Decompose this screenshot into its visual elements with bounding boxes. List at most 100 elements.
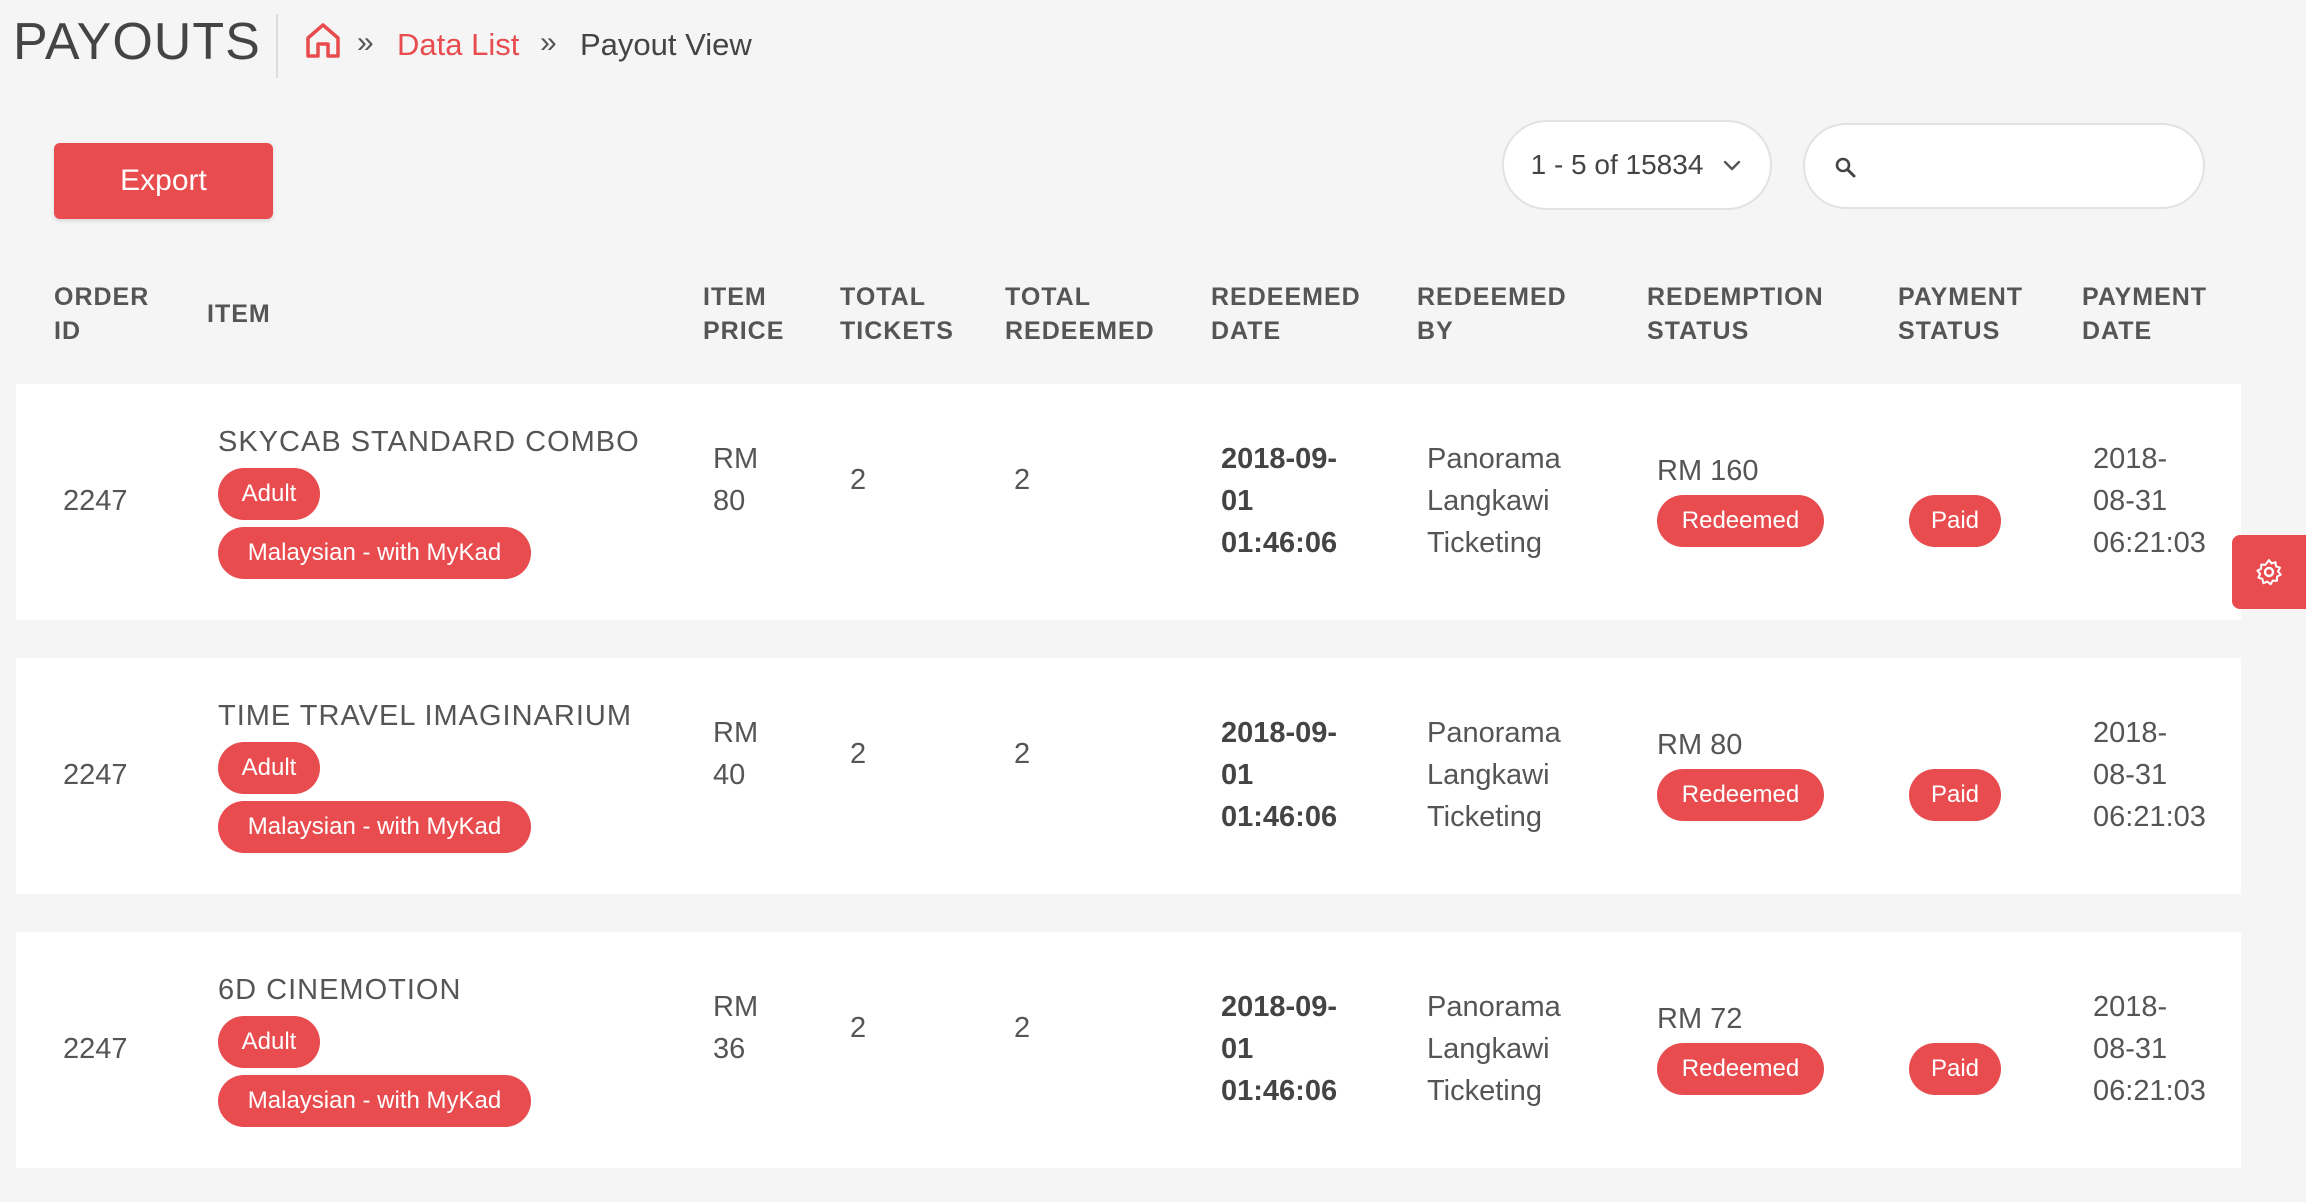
page-title: PAYOUTS [13,13,261,71]
redeemed-date-line: 2018-09- [1221,717,1338,749]
column-header-line: REDEMPTION [1647,283,1824,311]
order-id: 2247 [63,1033,128,1065]
settings-button[interactable] [2232,535,2306,609]
column-header-line: PAYMENT [1898,283,2024,311]
column-header-line: REDEEMED [1211,283,1361,311]
item-name: 6D CINEMOTION [218,974,462,1006]
tag-badge: Malaysian - with MyKad [218,801,531,853]
redeemed-date-line: 2018-09- [1221,991,1338,1023]
payment-date-line: 2018- [2093,717,2168,749]
column-header[interactable]: TOTAL TICKETS [840,280,954,348]
column-header[interactable]: REDEEMED BY [1417,280,1567,348]
item-price: RM 36 [713,986,758,1070]
column-header[interactable]: PAYMENT STATUS [1898,280,2023,348]
redeemed-by-line: Panorama [1427,991,1561,1023]
search-box[interactable] [1803,123,2205,209]
status-badge-paid: Paid [1909,495,2001,547]
redeemed-date-line: 01:46:06 [1221,801,1338,833]
redeemed-date-line: 01 [1221,1033,1254,1065]
price-currency: RM [713,443,759,475]
payment-date: 2018- 08-31 06:21:03 [2093,438,2206,564]
table-row[interactable]: 2247 SKYCAB STANDARD COMBO Adult Malaysian … [16,384,2241,620]
redeemed-by: Panorama Langkawi Ticketing [1427,438,1561,564]
column-header[interactable]: PAYMENT DATE [2082,280,2207,348]
column-header-line: ID [54,317,81,345]
status-badge-paid: Paid [1909,769,2001,821]
payment-date-line: 08-31 [2093,1033,2168,1065]
redeemed-by-line: Ticketing [1427,801,1542,833]
redeemed-date: 2018-09- 01 01:46:06 [1221,986,1337,1112]
payment-date-line: 06:21:03 [2093,1075,2206,1107]
price-currency: RM [713,991,759,1023]
tag-badge: Adult [218,468,320,520]
column-header[interactable]: REDEEMED DATE [1211,280,1361,348]
order-id: 2247 [63,759,128,791]
total-redeemed: 2 [1014,464,1031,496]
page-header: PAYOUTS » Data List » Payout View [0,0,2306,100]
export-button[interactable]: Export [54,143,273,219]
payment-date-line: 06:21:03 [2093,801,2206,833]
redeemed-by-line: Panorama [1427,717,1561,749]
home-icon[interactable] [304,20,342,60]
table-row[interactable]: 2247 TIME TRAVEL IMAGINARIUM Adult Malaysia… [16,658,2241,894]
pagination-label: 1 - 5 of 15834 [1530,149,1704,180]
redeemed-by-line: Langkawi [1427,485,1550,517]
redeemed-by-line: Ticketing [1427,1075,1542,1107]
column-header-line: PAYMENT [2082,283,2208,311]
tag-badge: Adult [218,742,320,794]
payment-date-line: 2018- [2093,991,2168,1023]
item-price: RM 40 [713,712,758,796]
column-header[interactable]: TOTAL REDEEMED [1005,280,1155,348]
status-badge-redeemed: Redeemed [1657,769,1824,821]
chevron-down-icon [1724,160,1741,171]
gear-icon [2256,559,2282,586]
redeemed-by-line: Langkawi [1427,1033,1550,1065]
column-header[interactable]: ITEM [207,297,271,331]
redeemed-date: 2018-09- 01 01:46:06 [1221,712,1337,838]
status-badge-redeemed: Redeemed [1657,1043,1824,1095]
payment-date: 2018- 08-31 06:21:03 [2093,712,2206,838]
total-tickets: 2 [850,738,867,770]
column-header-line: REDEEMED [1417,283,1567,311]
redemption-amount: RM 80 [1657,729,1743,761]
price-currency: RM [713,717,759,749]
tag-badge: Malaysian - with MyKad [218,527,531,579]
search-icon [1835,157,1856,178]
redeemed-date-line: 01:46:06 [1221,527,1338,559]
total-tickets: 2 [850,1012,867,1044]
search-input[interactable] [1871,143,2185,191]
redeemed-by-line: Langkawi [1427,759,1550,791]
table-row[interactable]: 2247 6D CINEMOTION Adult Malaysian - with M… [16,932,2241,1168]
column-header-line: TICKETS [840,317,954,345]
payment-date-line: 2018- [2093,443,2168,475]
column-header-line: BY [1417,317,1454,345]
redeemed-by-line: Panorama [1427,443,1561,475]
column-header-line: ITEM [207,300,271,328]
status-badge-paid: Paid [1909,1043,2001,1095]
column-header-line: TOTAL [840,283,927,311]
redeemed-by: Panorama Langkawi Ticketing [1427,712,1561,838]
redeemed-by: Panorama Langkawi Ticketing [1427,986,1561,1112]
payment-date-line: 08-31 [2093,485,2168,517]
redeemed-date-line: 01 [1221,485,1254,517]
column-header-line: DATE [2082,317,2153,345]
redeemed-date-line: 2018-09- [1221,443,1338,475]
total-tickets: 2 [850,464,867,496]
pagination-dropdown[interactable]: 1 - 5 of 15834 [1502,120,1772,210]
breadcrumb-separator: » [357,26,374,59]
breadcrumb-link-data-list[interactable]: Data List [397,27,519,63]
column-header-line: PRICE [703,317,785,345]
payment-date-line: 06:21:03 [2093,527,2206,559]
redeemed-date-line: 01 [1221,759,1254,791]
redeemed-date: 2018-09- 01 01:46:06 [1221,438,1337,564]
redemption-amount: RM 160 [1657,455,1759,487]
item-name: SKYCAB STANDARD COMBO [218,426,640,458]
column-header[interactable]: REDEMPTION STATUS [1647,280,1824,348]
column-header[interactable]: ORDER ID [54,280,149,348]
column-header[interactable]: ITEM PRICE [703,280,784,348]
tag-badge: Adult [218,1016,320,1068]
redemption-amount: RM 72 [1657,1003,1743,1035]
column-header-line: STATUS [1647,317,1750,345]
order-id: 2247 [63,485,128,517]
column-header-line: STATUS [1898,317,2001,345]
